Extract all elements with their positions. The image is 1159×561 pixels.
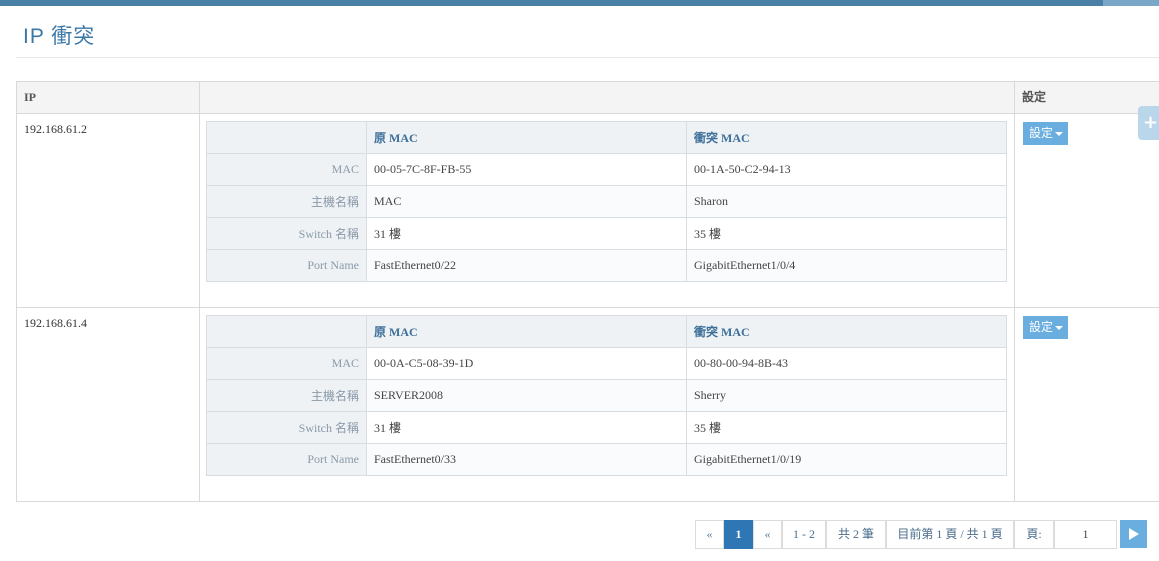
plus-icon[interactable]: + <box>1138 106 1159 140</box>
switch-row: Switch 名稱 31 樓 35 樓 <box>206 217 1007 250</box>
orig-value: 31 樓 <box>366 217 687 250</box>
row-label: Port Name <box>206 443 367 476</box>
port-row: Port Name FastEthernet0/33 GigabitEthern… <box>206 443 1007 476</box>
top-accent-bar-right <box>1103 0 1159 6</box>
orig-value: FastEthernet0/22 <box>366 249 687 282</box>
ip-address: 192.168.61.2 <box>24 122 87 136</box>
mac-table-header: 原 MAC 衝突 MAC <box>206 121 1007 154</box>
header-conflict-mac: 衝突 MAC <box>686 315 1007 348</box>
caret-down-icon <box>1055 326 1064 331</box>
row-label: MAC <box>206 347 367 380</box>
table-row: 192.168.61.4 原 MAC 衝突 MAC MAC 00-0A-C5-0… <box>17 308 1159 502</box>
conflict-value: Sharon <box>686 185 1007 218</box>
conflict-value: Sherry <box>686 379 1007 412</box>
record-range: 1 - 2 <box>782 520 826 549</box>
mac-row: MAC 00-05-7C-8F-FB-55 00-1A-50-C2-94-13 <box>206 153 1007 186</box>
header-orig-mac: 原 MAC <box>366 121 687 154</box>
orig-value: 00-0A-C5-08-39-1D <box>366 347 687 380</box>
column-header-detail <box>199 82 206 113</box>
switch-row: Switch 名稱 31 樓 35 樓 <box>206 411 1007 444</box>
conflict-value: 00-1A-50-C2-94-13 <box>686 153 1007 186</box>
orig-value: 00-05-7C-8F-FB-55 <box>366 153 687 186</box>
mac-detail-table: 原 MAC 衝突 MAC MAC 00-0A-C5-08-39-1D 00-80… <box>206 315 1007 476</box>
settings-button-label: 設定 <box>1029 126 1054 140</box>
header-blank <box>206 315 367 348</box>
hostname-row: 主機名稱 SERVER2008 Sherry <box>206 379 1007 412</box>
orig-value: SERVER2008 <box>366 379 687 412</box>
header-conflict-mac: 衝突 MAC <box>686 121 1007 154</box>
conflict-value: GigabitEthernet1/0/4 <box>686 249 1007 282</box>
top-accent-bar <box>0 0 1159 6</box>
first-page-button[interactable]: « <box>695 520 724 549</box>
column-header-ip[interactable]: IP <box>17 82 36 113</box>
row-label: 主機名稱 <box>206 185 367 218</box>
page-title: IP 衝突 <box>23 25 96 48</box>
row-label: 主機名稱 <box>206 379 367 412</box>
prev-page-button[interactable]: « <box>753 520 782 549</box>
conflict-value: 35 樓 <box>686 411 1007 444</box>
grid-header: IP 設定 <box>17 82 1159 114</box>
settings-dropdown-button[interactable]: 設定 <box>1023 122 1068 145</box>
current-page-button[interactable]: 1 <box>724 520 753 549</box>
record-total: 共 2 筆 <box>826 520 886 549</box>
header-orig-mac: 原 MAC <box>366 315 687 348</box>
ip-address: 192.168.61.4 <box>24 316 87 330</box>
port-row: Port Name FastEthernet0/22 GigabitEthern… <box>206 249 1007 282</box>
hostname-row: 主機名稱 MAC Sharon <box>206 185 1007 218</box>
mac-table-header: 原 MAC 衝突 MAC <box>206 315 1007 348</box>
plus-glyph: + <box>1143 112 1159 133</box>
caret-down-icon <box>1055 132 1064 137</box>
orig-value: MAC <box>366 185 687 218</box>
orig-value: FastEthernet0/33 <box>366 443 687 476</box>
header-blank <box>206 121 367 154</box>
page-label: 頁: <box>1014 520 1054 549</box>
go-page-button[interactable] <box>1120 520 1147 548</box>
conflict-value: GigabitEthernet1/0/19 <box>686 443 1007 476</box>
row-label: Switch 名稱 <box>206 411 367 444</box>
settings-button-label: 設定 <box>1029 320 1054 334</box>
title-divider <box>16 57 1159 58</box>
row-label: Port Name <box>206 249 367 282</box>
conflict-value: 00-80-00-94-8B-43 <box>686 347 1007 380</box>
settings-dropdown-button[interactable]: 設定 <box>1023 316 1068 339</box>
orig-value: 31 樓 <box>366 411 687 444</box>
page-info: 目前第 1 頁 / 共 1 頁 <box>886 520 1014 549</box>
row-label: Switch 名稱 <box>206 217 367 250</box>
conflict-value: 35 樓 <box>686 217 1007 250</box>
ip-conflict-grid: IP 設定 192.168.61.2 原 MAC 衝突 MAC MAC 00-0… <box>16 81 1159 502</box>
mac-row: MAC 00-0A-C5-08-39-1D 00-80-00-94-8B-43 <box>206 347 1007 380</box>
row-label: MAC <box>206 153 367 186</box>
page-number-input[interactable]: 1 <box>1054 520 1117 549</box>
play-icon <box>1129 528 1139 540</box>
mac-detail-table: 原 MAC 衝突 MAC MAC 00-05-7C-8F-FB-55 00-1A… <box>206 121 1007 282</box>
column-header-settings: 設定 <box>1022 90 1047 104</box>
table-row: 192.168.61.2 原 MAC 衝突 MAC MAC 00-05-7C-8… <box>17 114 1159 307</box>
